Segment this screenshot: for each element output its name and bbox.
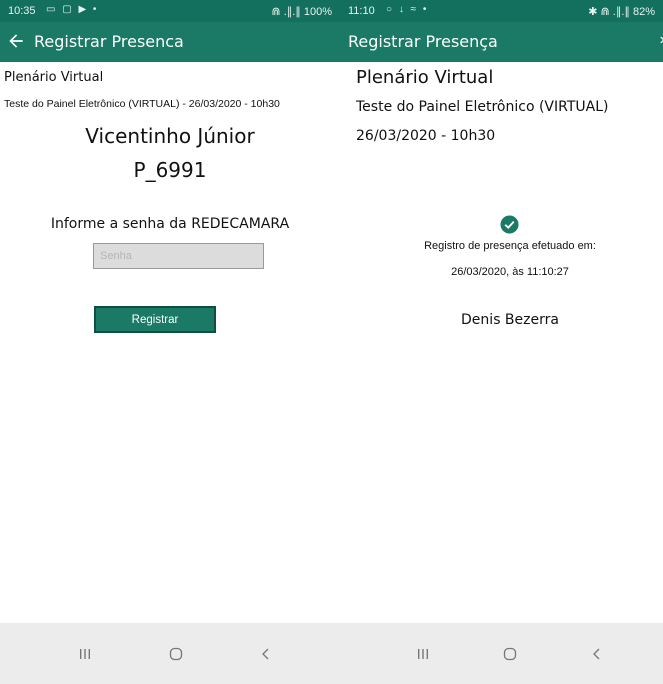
plenary-label: Plenário Virtual bbox=[356, 67, 494, 88]
status-time: 10:35 bbox=[8, 5, 36, 17]
page-title: Registrar Presenca bbox=[34, 32, 184, 51]
deputy-code: P_6991 bbox=[133, 158, 207, 182]
home-button[interactable] bbox=[485, 623, 535, 684]
recent-apps-button[interactable] bbox=[398, 623, 448, 684]
back-button[interactable] bbox=[572, 623, 622, 684]
right-phone-screen: 11:10 ○ ↓ ≈ • ✱ ⋒ .∥.∥ 82% Registrar Pre… bbox=[340, 0, 663, 684]
app-bar: Registrar Presenca bbox=[0, 22, 340, 62]
deputy-name: Vicentinho Júnior bbox=[85, 124, 255, 148]
back-button[interactable] bbox=[241, 623, 291, 684]
android-nav-bar bbox=[0, 623, 340, 684]
recent-apps-icon bbox=[418, 648, 428, 659]
plenary-label: Plenário Virtual bbox=[4, 70, 104, 85]
home-icon bbox=[169, 647, 183, 660]
home-button[interactable] bbox=[151, 623, 201, 684]
register-button[interactable]: Registrar bbox=[94, 306, 216, 333]
notification-icons: ▭ ▢ ▶ • bbox=[46, 4, 99, 15]
notification-icons: ○ ↓ ≈ • bbox=[386, 4, 429, 15]
arrow-back-icon[interactable] bbox=[6, 31, 26, 51]
session-description: Teste do Painel Eletrônico (VIRTUAL) bbox=[356, 99, 609, 115]
left-phone-screen: 10:35 ▭ ▢ ▶ • ⋒ .∥.∥ 100% Registrar Pres… bbox=[0, 0, 340, 684]
status-bar: 10:35 ▭ ▢ ▶ • ⋒ .∥.∥ 100% bbox=[0, 0, 340, 22]
check-circle-icon bbox=[500, 215, 519, 234]
status-time: 11:10 bbox=[348, 5, 375, 17]
home-icon bbox=[503, 647, 517, 660]
recent-apps-icon bbox=[80, 648, 90, 659]
status-bar: 11:10 ○ ↓ ≈ • ✱ ⋒ .∥.∥ 82% bbox=[340, 0, 663, 22]
recent-apps-button[interactable] bbox=[60, 623, 110, 684]
session-description: Teste do Painel Eletrônico (VIRTUAL) - 2… bbox=[4, 98, 280, 110]
registration-timestamp: 26/03/2020, às 11:10:27 bbox=[451, 266, 569, 278]
page-title: Registrar Presença bbox=[348, 32, 498, 51]
back-icon bbox=[262, 648, 269, 659]
password-field[interactable] bbox=[93, 243, 264, 269]
system-status-icons: ✱ ⋒ .∥.∥ 82% bbox=[588, 6, 655, 18]
password-prompt: Informe a senha da REDECAMARA bbox=[50, 216, 290, 232]
registered-person-name: Denis Bezerra bbox=[461, 312, 559, 328]
system-status-icons: ⋒ .∥.∥ 100% bbox=[271, 6, 332, 18]
session-datetime: 26/03/2020 - 10h30 bbox=[356, 128, 496, 144]
app-bar: Registrar Presença › bbox=[340, 22, 663, 62]
registration-label: Registro de presença efetuado em: bbox=[424, 240, 596, 252]
back-icon bbox=[593, 648, 600, 659]
android-nav-bar bbox=[340, 623, 663, 684]
